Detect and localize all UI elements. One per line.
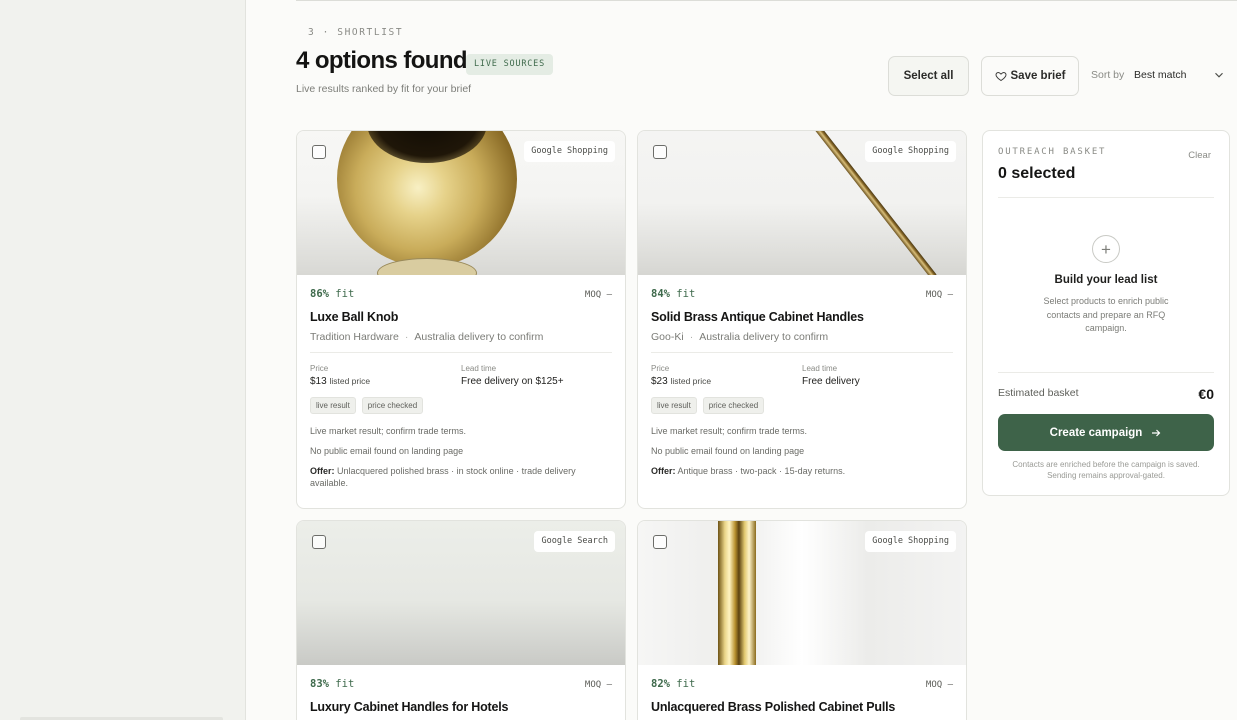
fit-score: 84% fit bbox=[651, 288, 696, 300]
select-checkbox[interactable] bbox=[312, 145, 326, 159]
select-checkbox[interactable] bbox=[653, 535, 667, 549]
email-note: No public email found on landing page bbox=[651, 446, 805, 456]
product-name[interactable]: Luxe Ball Knob bbox=[310, 310, 612, 324]
product-card[interactable]: Google Shopping 86% fit MOQ — Luxe Ball … bbox=[296, 130, 626, 509]
clear-basket-button[interactable]: Clear bbox=[1188, 150, 1211, 161]
price-spec: Price $13 listed price bbox=[310, 364, 371, 387]
step-label: 3 · SHORTLIST bbox=[308, 27, 404, 38]
product-name[interactable]: Unlacquered Brass Polished Cabinet Pulls bbox=[651, 700, 953, 714]
empty-state-title: Build your lead list bbox=[1054, 274, 1158, 286]
arrow-right-icon bbox=[1152, 429, 1161, 436]
tag-chip: price checked bbox=[361, 397, 424, 414]
heart-icon bbox=[994, 71, 1007, 82]
product-card[interactable]: Google Search 83% fit MOQ — Luxury Cabin… bbox=[296, 520, 626, 720]
tag-chip: live result bbox=[651, 397, 697, 414]
create-campaign-button[interactable]: Create campaign bbox=[998, 414, 1214, 451]
product-name[interactable]: Solid Brass Antique Cabinet Handles bbox=[651, 310, 953, 324]
estimated-basket-value: €0 bbox=[1198, 386, 1214, 402]
product-image: Google Shopping bbox=[297, 131, 625, 275]
tag-chip: price checked bbox=[702, 397, 765, 414]
moq-value: MOQ — bbox=[925, 290, 953, 300]
sort-label: Sort by bbox=[1091, 69, 1125, 81]
lead-time-spec: Lead time Free delivery bbox=[802, 364, 860, 387]
save-brief-button[interactable]: Save brief bbox=[981, 56, 1079, 96]
chevron-down-icon[interactable] bbox=[1212, 68, 1226, 82]
product-image: Google Shopping bbox=[638, 131, 966, 275]
moq-value: MOQ — bbox=[584, 680, 612, 690]
basket-count: 0 selected bbox=[998, 165, 1076, 182]
source-badge: Google Shopping bbox=[865, 531, 956, 552]
email-note: No public email found on landing page bbox=[310, 446, 464, 456]
fine-print: Contacts are enriched before the campaig… bbox=[1012, 460, 1200, 480]
price-spec: Price $23 listed price bbox=[651, 364, 712, 387]
create-campaign-label: Create campaign bbox=[1049, 426, 1143, 439]
product-name[interactable]: Luxury Cabinet Handles for Hotels bbox=[310, 700, 612, 714]
page-subtitle: Live results ranked by fit for your brie… bbox=[296, 83, 472, 95]
moq-value: MOQ — bbox=[925, 680, 953, 690]
plus-icon: + bbox=[1092, 235, 1120, 263]
sort-select[interactable]: Best match bbox=[1134, 69, 1187, 81]
tag-chip: live result bbox=[310, 397, 356, 414]
basket-label: OUTREACH BASKET bbox=[998, 147, 1107, 157]
product-vendor: Goo-Ki · Australia delivery to confirm bbox=[651, 331, 829, 343]
empty-state-description: Select products to enrich public contact… bbox=[1043, 296, 1169, 333]
source-badge: Google Search bbox=[534, 531, 615, 552]
outreach-basket-panel: OUTREACH BASKET Clear 0 selected + Build… bbox=[982, 130, 1230, 496]
top-divider bbox=[296, 0, 1237, 1]
source-badge: Google Shopping bbox=[865, 141, 956, 162]
product-vendor: Tradition Hardware · Australia delivery to… bbox=[310, 331, 544, 343]
product-note: Live market result; confirm trade terms. bbox=[651, 426, 808, 436]
select-checkbox[interactable] bbox=[653, 145, 667, 159]
product-card[interactable]: Google Shopping 82% fit MOQ — Unlacquere… bbox=[637, 520, 967, 720]
select-all-button[interactable]: Select all bbox=[888, 56, 969, 96]
moq-value: MOQ — bbox=[584, 290, 612, 300]
product-image: Google Search bbox=[297, 521, 625, 665]
select-checkbox[interactable] bbox=[312, 535, 326, 549]
product-note: Live market result; confirm trade terms. bbox=[310, 426, 467, 436]
lead-time-spec: Lead time Free delivery on $125+ bbox=[461, 364, 564, 387]
fit-score: 86% fit bbox=[310, 288, 355, 300]
main-content: 3 · SHORTLIST 4 options found LIVE SOURC… bbox=[246, 0, 1237, 720]
fit-score: 82% fit bbox=[651, 678, 696, 690]
product-image: Google Shopping bbox=[638, 521, 966, 665]
live-sources-badge: LIVE SOURCES bbox=[466, 54, 554, 75]
fit-score: 83% fit bbox=[310, 678, 355, 690]
select-all-label: Select all bbox=[903, 70, 954, 82]
save-brief-label: Save brief bbox=[1010, 70, 1066, 82]
estimated-basket-label: Estimated basket bbox=[998, 387, 1079, 399]
offer-text: Offer: Antique brass · two-pack · 15-day… bbox=[651, 466, 846, 476]
page-title: 4 options found bbox=[296, 47, 468, 74]
product-card[interactable]: Google Shopping 84% fit MOQ — Solid Bras… bbox=[637, 130, 967, 509]
source-badge: Google Shopping bbox=[524, 141, 615, 162]
sidebar bbox=[0, 0, 246, 720]
offer-text: Offer: Unlacquered polished brass · in s… bbox=[310, 466, 576, 488]
